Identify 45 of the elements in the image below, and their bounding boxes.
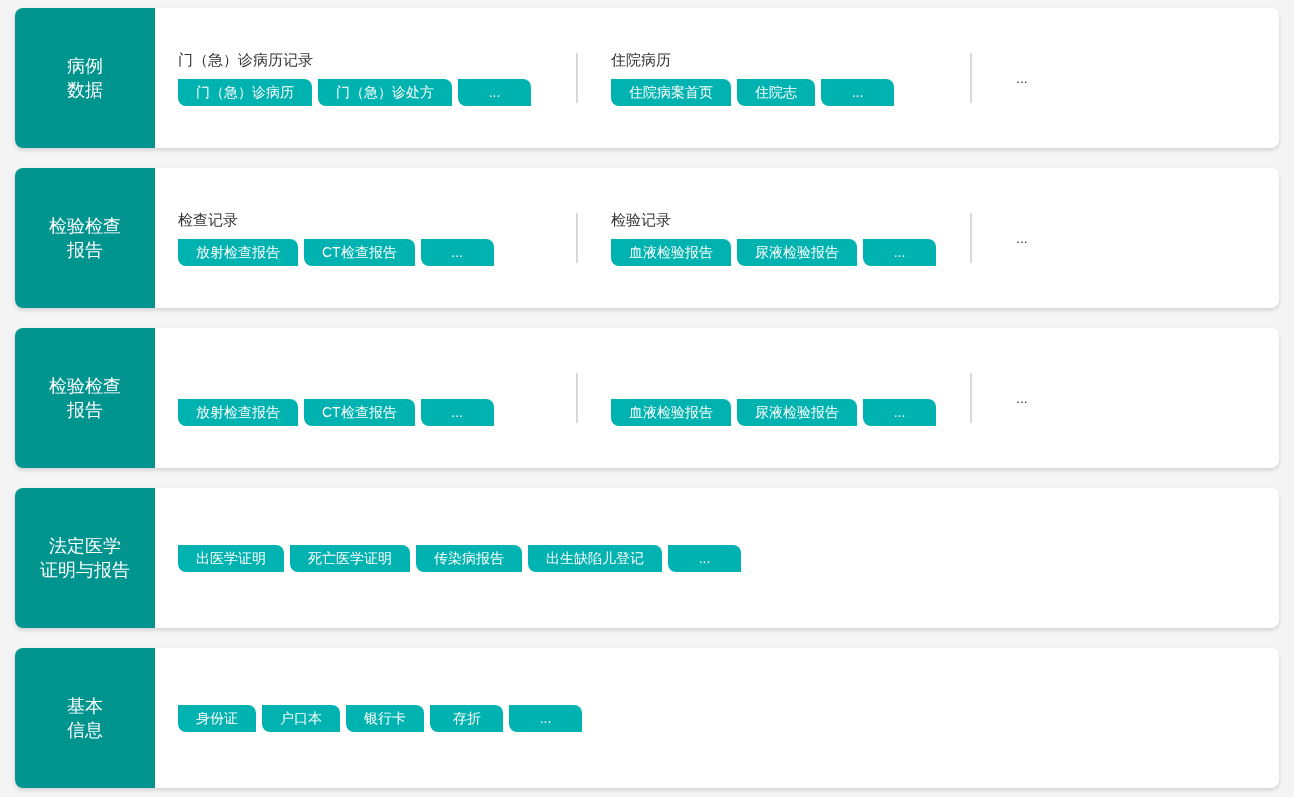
tag-button[interactable]: 死亡医学证明 (290, 544, 410, 572)
category-title: 信息 (67, 719, 103, 742)
tag-button[interactable]: 门（急）诊处方 (318, 78, 452, 106)
category-title: 基本 (67, 695, 103, 718)
tag-button[interactable]: 银行卡 (346, 704, 424, 732)
group-label: 住院病历 (611, 50, 671, 71)
tag-button[interactable]: ... (420, 398, 494, 426)
tag-button[interactable]: CT检查报告 (304, 238, 415, 266)
tag-button[interactable]: 出生缺陷儿登记 (528, 544, 662, 572)
group-label: 检验记录 (611, 210, 671, 231)
category-title: 报告 (67, 399, 103, 422)
more-link[interactable]: ... (1016, 387, 1028, 409)
tag-button[interactable]: 出医学证明 (178, 544, 284, 572)
more-link[interactable]: ... (1016, 227, 1028, 249)
tag-button[interactable]: ... (863, 238, 936, 266)
category-title: 法定医学 (49, 535, 121, 558)
category-title: 报告 (67, 239, 103, 262)
category-title: 病例 (67, 55, 103, 78)
tag-button[interactable]: ... (668, 544, 741, 572)
tag-button[interactable]: 住院志 (737, 78, 815, 106)
tag-button[interactable]: 门（急）诊病历 (178, 78, 312, 106)
tag-button[interactable]: 身份证 (178, 704, 256, 732)
category-title: 检验检查 (49, 215, 121, 238)
tag-button[interactable]: ... (821, 78, 894, 106)
tag-button[interactable]: ... (863, 398, 936, 426)
tag-button[interactable]: 存折 (430, 704, 503, 732)
group-label: 检查记录 (178, 210, 238, 231)
tag-button[interactable]: CT检查报告 (304, 398, 415, 426)
tag-button[interactable]: ... (420, 238, 494, 266)
more-link[interactable]: ... (1016, 67, 1028, 89)
tag-button[interactable]: 放射检查报告 (178, 238, 298, 266)
tag-button[interactable]: 尿液检验报告 (737, 238, 857, 266)
group-label: 门（急）诊病历记录 (178, 50, 313, 71)
tag-button[interactable]: ... (458, 78, 531, 106)
tag-button[interactable]: 放射检查报告 (178, 398, 298, 426)
tag-button[interactable]: 血液检验报告 (611, 398, 731, 426)
category-title: 数据 (67, 79, 103, 102)
tag-button[interactable]: 传染病报告 (416, 544, 522, 572)
tag-button[interactable]: ... (509, 704, 582, 732)
tag-button[interactable]: 血液检验报告 (611, 238, 731, 266)
tag-button[interactable]: 户口本 (262, 704, 340, 732)
category-title: 检验检查 (49, 375, 121, 398)
category-title: 证明与报告 (40, 559, 130, 582)
tag-button[interactable]: 尿液检验报告 (737, 398, 857, 426)
tag-button[interactable]: 住院病案首页 (611, 78, 731, 106)
